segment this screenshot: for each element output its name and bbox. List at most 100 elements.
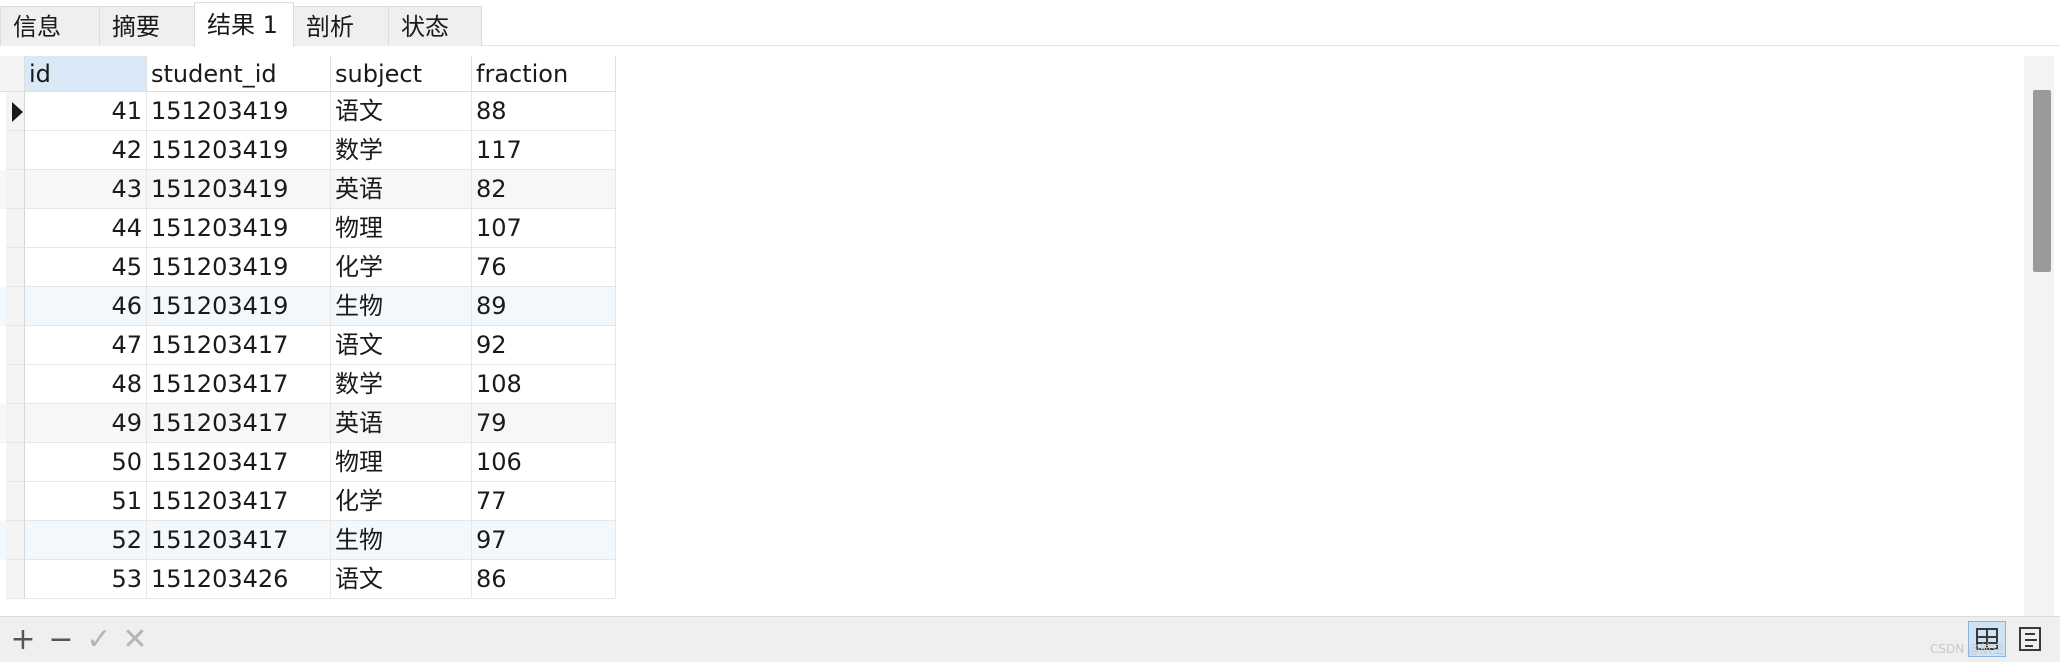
- row-indicator[interactable]: [6, 443, 25, 482]
- current-row-indicator[interactable]: [6, 92, 25, 131]
- scrollbar-thumb[interactable]: [2033, 90, 2051, 272]
- row-indicator[interactable]: [6, 521, 25, 560]
- tab-status[interactable]: 状态: [388, 6, 482, 46]
- form-view-button[interactable]: [2012, 621, 2050, 657]
- watermark: CSDN @航空: [1930, 642, 2005, 656]
- table-row[interactable]: 44 151203419 物理 107: [0, 209, 616, 248]
- result-tab-bar: 信息 摘要 结果 1 剖析 状态: [0, 0, 2060, 47]
- cell-id[interactable]: 46: [25, 287, 147, 326]
- cell-fraction[interactable]: 86: [472, 560, 616, 599]
- cell-fraction[interactable]: 92: [472, 326, 616, 365]
- cell-student-id[interactable]: 151203417: [147, 443, 331, 482]
- cell-subject[interactable]: 数学: [331, 131, 472, 170]
- cell-student-id[interactable]: 151203417: [147, 326, 331, 365]
- cell-subject[interactable]: 物理: [331, 443, 472, 482]
- discard-changes-button[interactable]: ✕: [118, 623, 152, 657]
- row-indicator[interactable]: [6, 560, 25, 599]
- cell-student-id[interactable]: 151203419: [147, 170, 331, 209]
- row-indicator[interactable]: [6, 209, 25, 248]
- cell-student-id[interactable]: 151203417: [147, 365, 331, 404]
- table-row[interactable]: 53 151203426 语文 86: [0, 560, 616, 599]
- cell-id[interactable]: 47: [25, 326, 147, 365]
- cell-fraction[interactable]: 117: [472, 131, 616, 170]
- column-header-fraction[interactable]: fraction: [472, 56, 616, 92]
- row-indicator[interactable]: [6, 170, 25, 209]
- row-indicator[interactable]: [6, 365, 25, 404]
- delete-record-button[interactable]: −: [44, 623, 78, 657]
- cell-fraction[interactable]: 97: [472, 521, 616, 560]
- row-indicator[interactable]: [6, 131, 25, 170]
- row-indicator-header: [0, 56, 25, 92]
- cell-student-id[interactable]: 151203419: [147, 248, 331, 287]
- cell-fraction[interactable]: 108: [472, 365, 616, 404]
- cell-student-id[interactable]: 151203417: [147, 482, 331, 521]
- cell-id[interactable]: 48: [25, 365, 147, 404]
- table-row[interactable]: 52 151203417 生物 97: [0, 521, 616, 560]
- row-indicator[interactable]: [6, 326, 25, 365]
- cell-subject[interactable]: 物理: [331, 209, 472, 248]
- cell-subject[interactable]: 语文: [331, 92, 472, 131]
- cell-fraction[interactable]: 82: [472, 170, 616, 209]
- cell-id[interactable]: 43: [25, 170, 147, 209]
- tab-summary[interactable]: 摘要: [99, 6, 195, 46]
- form-view-icon: [2019, 627, 2041, 651]
- cell-id[interactable]: 45: [25, 248, 147, 287]
- table-row[interactable]: 46 151203419 生物 89: [0, 287, 616, 326]
- table-row[interactable]: 48 151203417 数学 108: [0, 365, 616, 404]
- add-record-button[interactable]: +: [6, 623, 40, 657]
- cell-id[interactable]: 42: [25, 131, 147, 170]
- cell-fraction[interactable]: 88: [472, 92, 616, 131]
- cell-subject[interactable]: 英语: [331, 170, 472, 209]
- column-header-subject[interactable]: subject: [331, 56, 472, 92]
- cell-student-id[interactable]: 151203419: [147, 287, 331, 326]
- cell-subject[interactable]: 语文: [331, 326, 472, 365]
- column-header-id[interactable]: id: [25, 56, 147, 92]
- cell-fraction[interactable]: 89: [472, 287, 616, 326]
- cell-student-id[interactable]: 151203419: [147, 209, 331, 248]
- cell-id[interactable]: 51: [25, 482, 147, 521]
- result-grid[interactable]: id student_id subject fraction 41 1512034…: [0, 56, 2020, 616]
- cell-id[interactable]: 53: [25, 560, 147, 599]
- row-indicator[interactable]: [6, 287, 25, 326]
- cell-fraction[interactable]: 106: [472, 443, 616, 482]
- row-indicator[interactable]: [6, 404, 25, 443]
- cell-fraction[interactable]: 77: [472, 482, 616, 521]
- cell-student-id[interactable]: 151203419: [147, 92, 331, 131]
- cell-subject[interactable]: 化学: [331, 248, 472, 287]
- cell-subject[interactable]: 数学: [331, 365, 472, 404]
- cell-student-id[interactable]: 151203419: [147, 131, 331, 170]
- cell-subject[interactable]: 英语: [331, 404, 472, 443]
- cell-student-id[interactable]: 151203417: [147, 404, 331, 443]
- row-indicator[interactable]: [6, 482, 25, 521]
- tab-result-1[interactable]: 结果 1: [194, 2, 294, 47]
- table-row[interactable]: 47 151203417 语文 92: [0, 326, 616, 365]
- cell-fraction[interactable]: 76: [472, 248, 616, 287]
- column-header-student-id[interactable]: student_id: [147, 56, 331, 92]
- table-row[interactable]: 42 151203419 数学 117: [0, 131, 616, 170]
- apply-changes-button[interactable]: ✓: [82, 623, 116, 657]
- cell-subject[interactable]: 生物: [331, 521, 472, 560]
- cell-fraction[interactable]: 107: [472, 209, 616, 248]
- cell-student-id[interactable]: 151203426: [147, 560, 331, 599]
- cell-fraction[interactable]: 79: [472, 404, 616, 443]
- table-row[interactable]: 45 151203419 化学 76: [0, 248, 616, 287]
- grid-toolbar: + − ✓ ✕: [0, 616, 2060, 662]
- cell-id[interactable]: 49: [25, 404, 147, 443]
- cell-subject[interactable]: 语文: [331, 560, 472, 599]
- table-row[interactable]: 41 151203419 语文 88: [0, 92, 616, 131]
- cell-id[interactable]: 52: [25, 521, 147, 560]
- tab-profile[interactable]: 剖析: [293, 6, 389, 46]
- vertical-scrollbar[interactable]: [2024, 56, 2054, 616]
- table-row[interactable]: 43 151203419 英语 82: [0, 170, 616, 209]
- table-row[interactable]: 49 151203417 英语 79: [0, 404, 616, 443]
- cell-id[interactable]: 44: [25, 209, 147, 248]
- cell-subject[interactable]: 化学: [331, 482, 472, 521]
- cell-id[interactable]: 50: [25, 443, 147, 482]
- cell-student-id[interactable]: 151203417: [147, 521, 331, 560]
- table-row[interactable]: 51 151203417 化学 77: [0, 482, 616, 521]
- cell-id[interactable]: 41: [25, 92, 147, 131]
- row-indicator[interactable]: [6, 248, 25, 287]
- cell-subject[interactable]: 生物: [331, 287, 472, 326]
- tab-info[interactable]: 信息: [0, 6, 100, 46]
- table-row[interactable]: 50 151203417 物理 106: [0, 443, 616, 482]
